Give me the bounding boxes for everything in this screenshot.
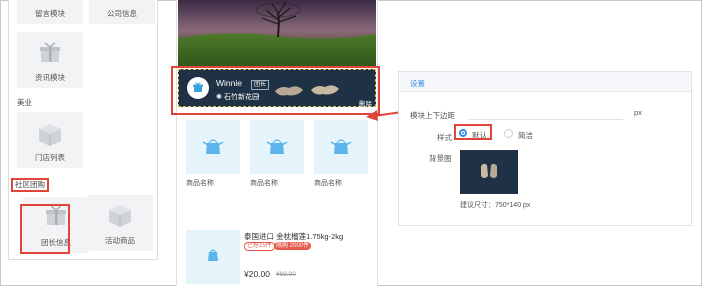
bag-icon [208,249,218,261]
style-label: 样式 [437,133,452,142]
settings-header: 设置 [399,72,691,92]
product-image[interactable] [250,120,304,174]
box-icon [109,205,131,227]
settings-title: 设置 [410,79,425,88]
product-image[interactable] [314,120,368,174]
gloves-image [481,163,497,178]
highlight-tile-box [20,204,70,254]
product-name: 商品名称 [250,180,278,187]
settings-panel: 设置 模块上下边距 px 样式 默认 简洁 背景图 建议尺寸：750*140 p… [398,71,692,226]
gift-icon [40,42,60,62]
bag-icon [202,139,224,154]
margin-input[interactable] [469,110,623,120]
tile-activity-products[interactable]: 活动商品 [87,195,153,251]
section-beauty: 美业 [17,98,32,107]
bag-icon [266,139,288,154]
size-hint: 建议尺寸：750*140 px [460,202,531,209]
tile-company-info[interactable]: 公司信息 [89,0,155,24]
highlight-radio-box [454,124,492,140]
product-image[interactable] [186,120,240,174]
style-radio-simple[interactable] [504,129,513,138]
tile-store-list[interactable]: 门店列表 [17,112,83,168]
tile-label: 门店列表 [35,153,65,162]
sold-count-tag: 已抢15件 [244,242,275,251]
background-image-thumbnail[interactable] [460,150,518,194]
tile-label: 活动商品 [105,236,135,245]
product-title: 泰国进口 金枕榴莲1.75kg-2kg [244,232,344,241]
product-name: 商品名称 [186,180,214,187]
tile-label: 资讯模块 [35,73,65,82]
original-price: ¥89.90 [276,271,296,278]
product-price: ¥20.00 [244,269,270,279]
margin-unit: px [634,108,642,117]
tile-label: 留言模块 [35,9,65,18]
style-option-simple[interactable]: 简洁 [518,130,533,141]
box-icon [39,124,61,146]
tile-news-module[interactable]: 资讯模块 [17,32,83,88]
product-name: 商品名称 [314,180,342,187]
tile-label: 公司信息 [107,9,137,18]
margin-label: 模块上下边距 [410,111,455,120]
highlight-preview-box [171,66,380,115]
banner-image [178,0,376,68]
highlight-section-box [11,178,49,192]
tile-message-module[interactable]: 留言模块 [17,0,83,24]
limit-tag: 限购 2000件 [274,242,312,250]
product-list-image[interactable] [186,230,240,284]
bag-icon [330,139,352,154]
background-label: 背景图 [429,154,452,163]
